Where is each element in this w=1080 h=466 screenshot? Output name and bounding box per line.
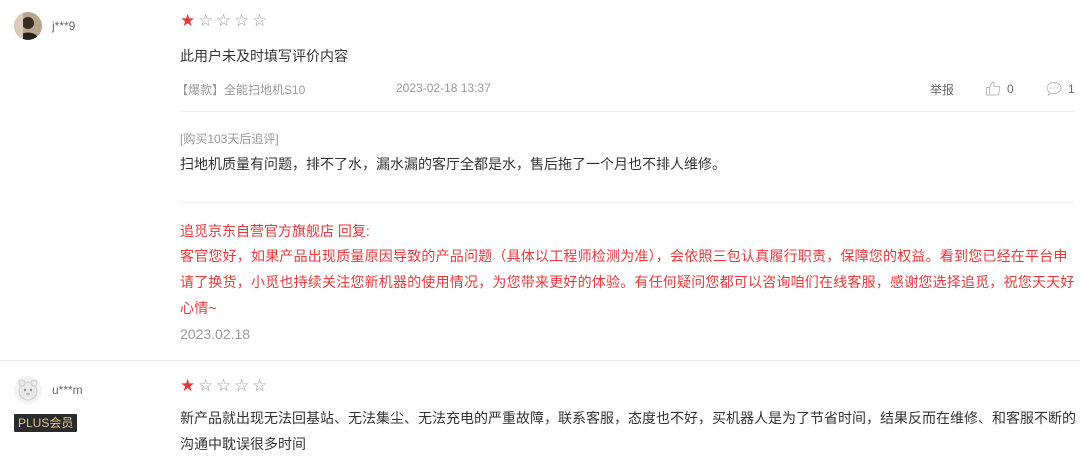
speech-bubble-icon [1046, 81, 1062, 96]
star-rating: ★ ☆ ☆ ☆ ☆ [180, 12, 270, 29]
review-item: u***m PLUS会员 ★ ☆ ☆ ☆ ☆ 新产品就出现无法回基站、无法集尘、… [0, 361, 1080, 466]
reviewer-info: j***9 [14, 12, 75, 40]
star-filled-icon: ★ [180, 376, 196, 395]
star-filled-icon: ★ [180, 11, 196, 30]
followup-content: 扫地机质量有问题，排不了水，漏水漏的客厅全都是水，售后拖了一个月也不排人维修。 [180, 156, 726, 172]
seller-reply-header: 追觅京东自营官方旗舰店 回复: [180, 223, 370, 239]
review-content: 此用户未及时填写评价内容 [180, 48, 348, 64]
avatar[interactable] [14, 12, 42, 40]
divider [180, 111, 1075, 112]
star-outline-icon: ☆ [252, 376, 268, 395]
star-outline-icon: ☆ [216, 11, 232, 30]
star-outline-icon: ☆ [198, 11, 214, 30]
reviewer-info: u***m [14, 376, 83, 404]
report-button[interactable]: 举报 [930, 81, 954, 98]
review-item: j***9 ★ ☆ ☆ ☆ ☆ 此用户未及时填写评价内容 【爆款】全能扫地机S1… [0, 0, 1080, 360]
seller-reply-date: 2023.02.18 [180, 326, 251, 342]
thumbs-up-icon [986, 81, 1001, 96]
comment-button[interactable]: 1 [1046, 81, 1075, 96]
review-content: 新产品就出现无法回基站、无法集尘、无法充电的严重故障，联系客服，态度也不好，买机… [180, 410, 1076, 452]
username: j***9 [52, 19, 76, 33]
star-outline-icon: ☆ [252, 11, 268, 30]
star-outline-icon: ☆ [198, 376, 214, 395]
followup-tag: [购买103天后追评] [180, 132, 279, 146]
star-outline-icon: ☆ [234, 376, 250, 395]
product-variant: 【爆款】全能扫地机S10 [176, 83, 306, 97]
star-rating: ★ ☆ ☆ ☆ ☆ [180, 377, 270, 394]
report-label: 举报 [930, 83, 955, 97]
star-outline-icon: ☆ [234, 11, 250, 30]
username: u***m [52, 383, 83, 397]
avatar[interactable] [14, 376, 42, 404]
review-date: 2023-02-18 13:37 [396, 81, 491, 95]
plus-member-badge: PLUS会员 [14, 414, 78, 432]
star-outline-icon: ☆ [216, 376, 232, 395]
comment-count: 1 [1068, 81, 1075, 96]
divider [180, 202, 1075, 203]
like-button[interactable]: 0 [985, 81, 1014, 96]
like-count: 0 [1007, 81, 1014, 96]
seller-reply-content: 客官您好，如果产品出现质量原因导致的产品问题（具体以工程师检测为准），会依照三包… [180, 248, 1075, 316]
